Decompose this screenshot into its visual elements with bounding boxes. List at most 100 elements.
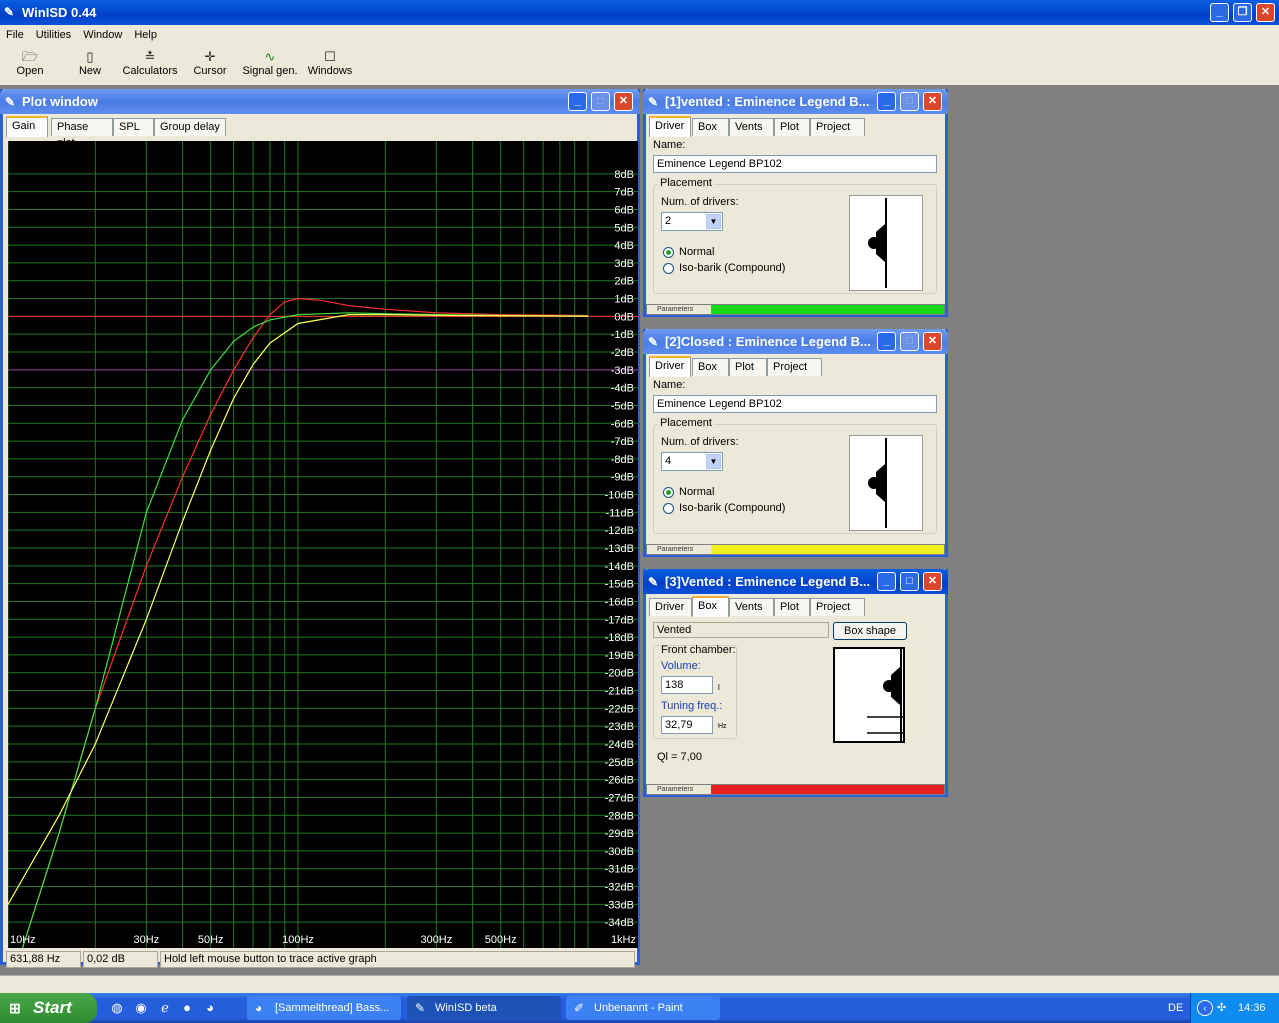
open-button[interactable]: 🗁 Open	[0, 49, 60, 77]
window1-title-bar[interactable]: ✎ [1]vented : Eminence Legend B... _ □ ✕	[643, 89, 948, 114]
window1-normal-label: Normal	[679, 246, 715, 258]
minimize-button[interactable]: _	[1210, 3, 1229, 22]
open-label: Open	[16, 65, 44, 77]
status-hint: Hold left mouse button to trace active g…	[160, 951, 635, 968]
window3-title: [3]Vented : Eminence Legend B...	[665, 574, 871, 589]
window3-tab-driver[interactable]: Driver	[649, 598, 692, 616]
plot-close-button[interactable]: ✕	[614, 92, 633, 111]
quicklaunch-messenger-icon[interactable]: ◍	[108, 999, 126, 1017]
window2-num-drivers-select[interactable]: 4 ▼	[661, 452, 723, 471]
signal-gen-button[interactable]: ∿ Signal gen.	[240, 49, 300, 77]
language-indicator[interactable]: DE	[1168, 993, 1183, 1023]
window2-tab-box[interactable]: Box	[692, 358, 729, 376]
window1-close-button[interactable]: ✕	[923, 92, 942, 111]
plot-maximize-button[interactable]: □	[591, 92, 610, 111]
window2-name-input[interactable]: Eminence Legend BP102	[653, 395, 937, 413]
start-button[interactable]: ⊞ Start	[0, 993, 97, 1023]
window1-name-input[interactable]: Eminence Legend BP102	[653, 155, 937, 173]
window3-maximize-button[interactable]: □	[900, 572, 919, 591]
calculators-button[interactable]: ≛ Calculators	[120, 49, 180, 77]
volume-input[interactable]: 138	[661, 676, 713, 694]
window2-maximize-button[interactable]: □	[900, 332, 919, 351]
paint-icon: ✐	[574, 1001, 585, 1015]
taskbar-task-winisd[interactable]: ✎ WinISD beta	[407, 996, 561, 1020]
window2-placement-group: Placement Num. of drivers: 4 ▼ Normal Iso…	[653, 417, 937, 534]
window1-tab-plot[interactable]: Plot	[774, 118, 810, 136]
chevron-down-icon[interactable]: ▼	[706, 454, 721, 469]
box-shape-diagram	[833, 647, 905, 743]
window1-tab-driver[interactable]: Driver	[649, 116, 691, 137]
tab-group-delay[interactable]: Group delay	[154, 118, 226, 136]
window1-num-value: 2	[665, 215, 672, 227]
window2-minimize-button[interactable]: _	[877, 332, 896, 351]
menu-help[interactable]: Help	[128, 25, 163, 45]
app-title-bar[interactable]: ✎ WinISD 0.44 _ ❐ ✕	[0, 0, 1279, 25]
window3-close-button[interactable]: ✕	[923, 572, 942, 591]
window1-minimize-button[interactable]: _	[877, 92, 896, 111]
window1-radio-normal[interactable]	[663, 247, 674, 258]
gain-plot[interactable]: 8dB 7dB 6dB 5dB 4dB 3dB 2dB 1dB 0dB -1dB -2dB -3dB -…	[8, 141, 638, 948]
window3-tab-box[interactable]: Box	[692, 596, 729, 617]
window1-tab-box[interactable]: Box	[692, 118, 729, 136]
window3-tab-project[interactable]: Project	[810, 598, 865, 616]
tray-expand-icon[interactable]: ‹	[1197, 1000, 1213, 1016]
window2-radio-isobarik[interactable]	[663, 503, 674, 514]
quicklaunch-firefox-icon[interactable]: ◕	[201, 999, 219, 1017]
window3-tab-vents[interactable]: Vents	[729, 598, 774, 616]
window2-tab-plot[interactable]: Plot	[729, 358, 767, 376]
menu-window[interactable]: Window	[77, 25, 128, 45]
closed-driver-window-2: ✎ [2]Closed : Eminence Legend B... _ □ ✕…	[643, 329, 948, 557]
ql-value: Ql = 7,00	[657, 751, 702, 763]
chevron-down-icon[interactable]: ▼	[706, 214, 721, 229]
tuning-freq-input[interactable]: 32,79	[661, 716, 713, 734]
box-shape-button[interactable]: Box shape	[833, 622, 907, 640]
window2-tab-driver[interactable]: Driver	[649, 356, 691, 377]
window3-minimize-button[interactable]: _	[877, 572, 896, 591]
taskbar-task-paint[interactable]: ✐ Unbenannt - Paint	[566, 996, 720, 1020]
folder-open-icon: 🗁	[21, 49, 39, 64]
menu-utilities[interactable]: Utilities	[30, 25, 77, 45]
plot-minimize-button[interactable]: _	[568, 92, 587, 111]
close-button[interactable]: ✕	[1256, 3, 1275, 22]
y-tick-label: 6dB	[614, 204, 634, 216]
window2-tab-project[interactable]: Project	[767, 358, 822, 376]
window2-placement-label: Placement	[658, 417, 714, 429]
cursor-label: Cursor	[193, 65, 227, 77]
window2-name-label: Name:	[653, 379, 686, 391]
clock[interactable]: 14:36	[1238, 993, 1266, 1023]
window1-tab-project[interactable]: Project	[810, 118, 865, 136]
restore-button[interactable]: ❐	[1233, 3, 1252, 22]
taskbar-task-firefox[interactable]: ◕ [Sammelthread] Bass...	[247, 996, 401, 1020]
quicklaunch-ie-icon[interactable]: ℯ	[156, 999, 174, 1017]
menu-bar: File Utilities Window Help	[0, 25, 1279, 45]
y-tick-label: -9dB	[611, 472, 634, 484]
windows-button[interactable]: ☐ Windows	[300, 49, 360, 77]
window3-tab-plot[interactable]: Plot	[774, 598, 810, 616]
menu-file[interactable]: File	[0, 25, 30, 45]
window2-radio-normal[interactable]	[663, 487, 674, 498]
status-gain: 0,02 dB	[83, 951, 158, 968]
window2-isobarik-label: Iso-barik (Compound)	[679, 502, 786, 514]
windows-flag-icon: ⊞	[9, 1000, 21, 1016]
new-button[interactable]: ▯ New	[60, 49, 120, 77]
window1-radio-isobarik[interactable]	[663, 263, 674, 274]
window2-close-button[interactable]: ✕	[923, 332, 942, 351]
tab-phase-plot[interactable]: Phase plot	[51, 118, 113, 149]
window1-maximize-button[interactable]: □	[900, 92, 919, 111]
x-tick-label: 10Hz	[10, 934, 36, 946]
plot-window-title-bar[interactable]: ✎ Plot window _ □ ✕	[0, 89, 640, 114]
tab-gain[interactable]: Gain	[6, 116, 48, 137]
cursor-button[interactable]: ✛ Cursor	[180, 49, 240, 77]
window2-title-bar[interactable]: ✎ [2]Closed : Eminence Legend B... _ □ ✕	[643, 329, 948, 354]
cursor-icon: ✛	[204, 49, 216, 64]
tab-spl[interactable]: SPL	[113, 118, 154, 136]
x-tick-label: 100Hz	[282, 934, 314, 946]
window1-tab-vents[interactable]: Vents	[729, 118, 774, 136]
window1-num-drivers-select[interactable]: 2 ▼	[661, 212, 723, 231]
window1-placement-group: Placement Num. of drivers: 2 ▼ Normal Iso…	[653, 177, 937, 294]
y-tick-label: -5dB	[611, 400, 634, 412]
window3-title-bar[interactable]: ✎ [3]Vented : Eminence Legend B... _ □ ✕	[643, 569, 948, 594]
quicklaunch-camera-icon[interactable]: ●	[178, 999, 196, 1017]
tray-network-icon[interactable]: ✣	[1217, 993, 1226, 1023]
quicklaunch-mediaplayer-icon[interactable]: ◉	[132, 999, 150, 1017]
